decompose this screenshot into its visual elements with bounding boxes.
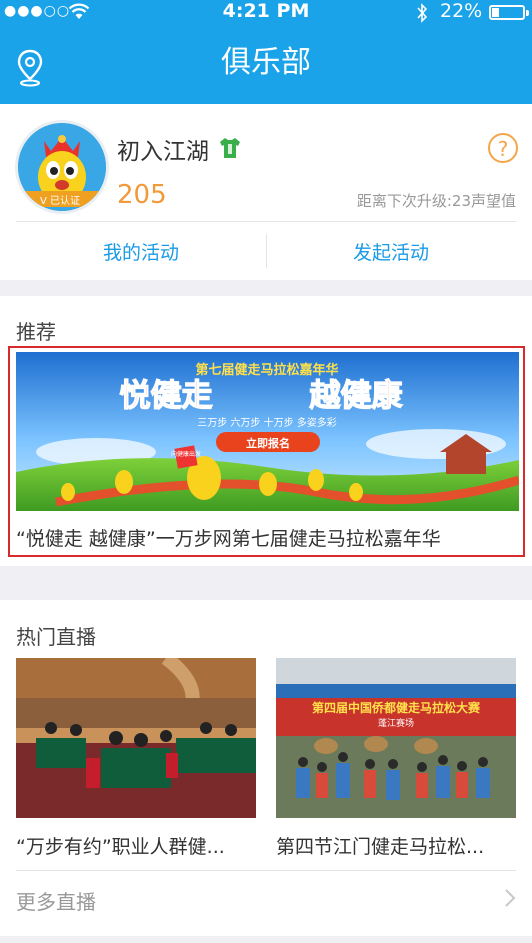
verified-badge: V 已认证 xyxy=(40,196,81,207)
marathon-banner-image: 第七届健走马拉松嘉年华 悦健走 越健康 三万步 六万步 十万步 多姿多彩 立即报… xyxy=(16,352,519,511)
chevron-right-icon[interactable] xyxy=(504,888,516,908)
battery-icon xyxy=(489,5,525,20)
marathon-event-photo: 第四届中国侨都健走马拉松大赛 蓬江赛场 xyxy=(276,658,516,818)
avatar[interactable]: V 已认证 xyxy=(15,120,109,214)
divider xyxy=(16,221,516,222)
page-title: 俱乐部 xyxy=(221,45,311,80)
battery-tip xyxy=(526,10,529,16)
live-thumb-1[interactable] xyxy=(16,658,256,818)
banner-sign-text: 向健康出发 xyxy=(171,450,201,458)
score-value: 205 xyxy=(117,180,167,210)
banner-headline-a: 悦健走 xyxy=(120,378,213,414)
recommend-banner[interactable]: 第七届健走马拉松嘉年华 悦健走 越健康 三万步 六万步 十万步 多姿多彩 立即报… xyxy=(16,352,519,511)
recommend-caption[interactable]: “悦健走 越健康”一万步网第七届健走马拉松嘉年华 xyxy=(16,524,441,551)
battery-percent: 22% xyxy=(440,0,483,22)
banner-top-text: 第七届健走马拉松嘉年华 xyxy=(195,362,338,378)
start-activity-button[interactable]: 发起活动 xyxy=(258,238,524,265)
live-caption-2[interactable]: 第四节江门健走马拉松... xyxy=(276,832,516,859)
event-sub-text: 蓬江赛场 xyxy=(378,717,414,729)
my-activities-button[interactable]: 我的活动 xyxy=(8,238,274,265)
live-title: 热门直播 xyxy=(16,625,96,649)
event-banner-text: 第四届中国侨都健走马拉松大赛 xyxy=(312,700,481,715)
banner-steps-text: 三万步 六万步 十万步 多姿多彩 xyxy=(197,416,337,429)
bluetooth-icon xyxy=(417,3,428,23)
help-button[interactable]: ? xyxy=(488,133,518,163)
live-caption-1[interactable]: “万步有约”职业人群健... xyxy=(16,832,256,859)
recommend-title: 推荐 xyxy=(16,320,56,344)
conference-photo xyxy=(16,658,256,818)
next-level-text: 距离下次升级:23声望值 xyxy=(356,192,516,210)
shirt-level-icon xyxy=(220,138,240,158)
banner-headline-b: 越健康 xyxy=(310,378,404,414)
live-thumb-2[interactable]: 第四届中国侨都健走马拉松大赛 蓬江赛场 xyxy=(276,658,516,818)
username: 初入江湖 xyxy=(117,139,209,165)
divider xyxy=(16,870,516,871)
more-live-link[interactable]: 更多直播 xyxy=(16,886,96,915)
status-bar: ●●●○○ 4:21 PM 22% xyxy=(0,0,532,26)
banner-cta-text: 立即报名 xyxy=(246,436,290,450)
